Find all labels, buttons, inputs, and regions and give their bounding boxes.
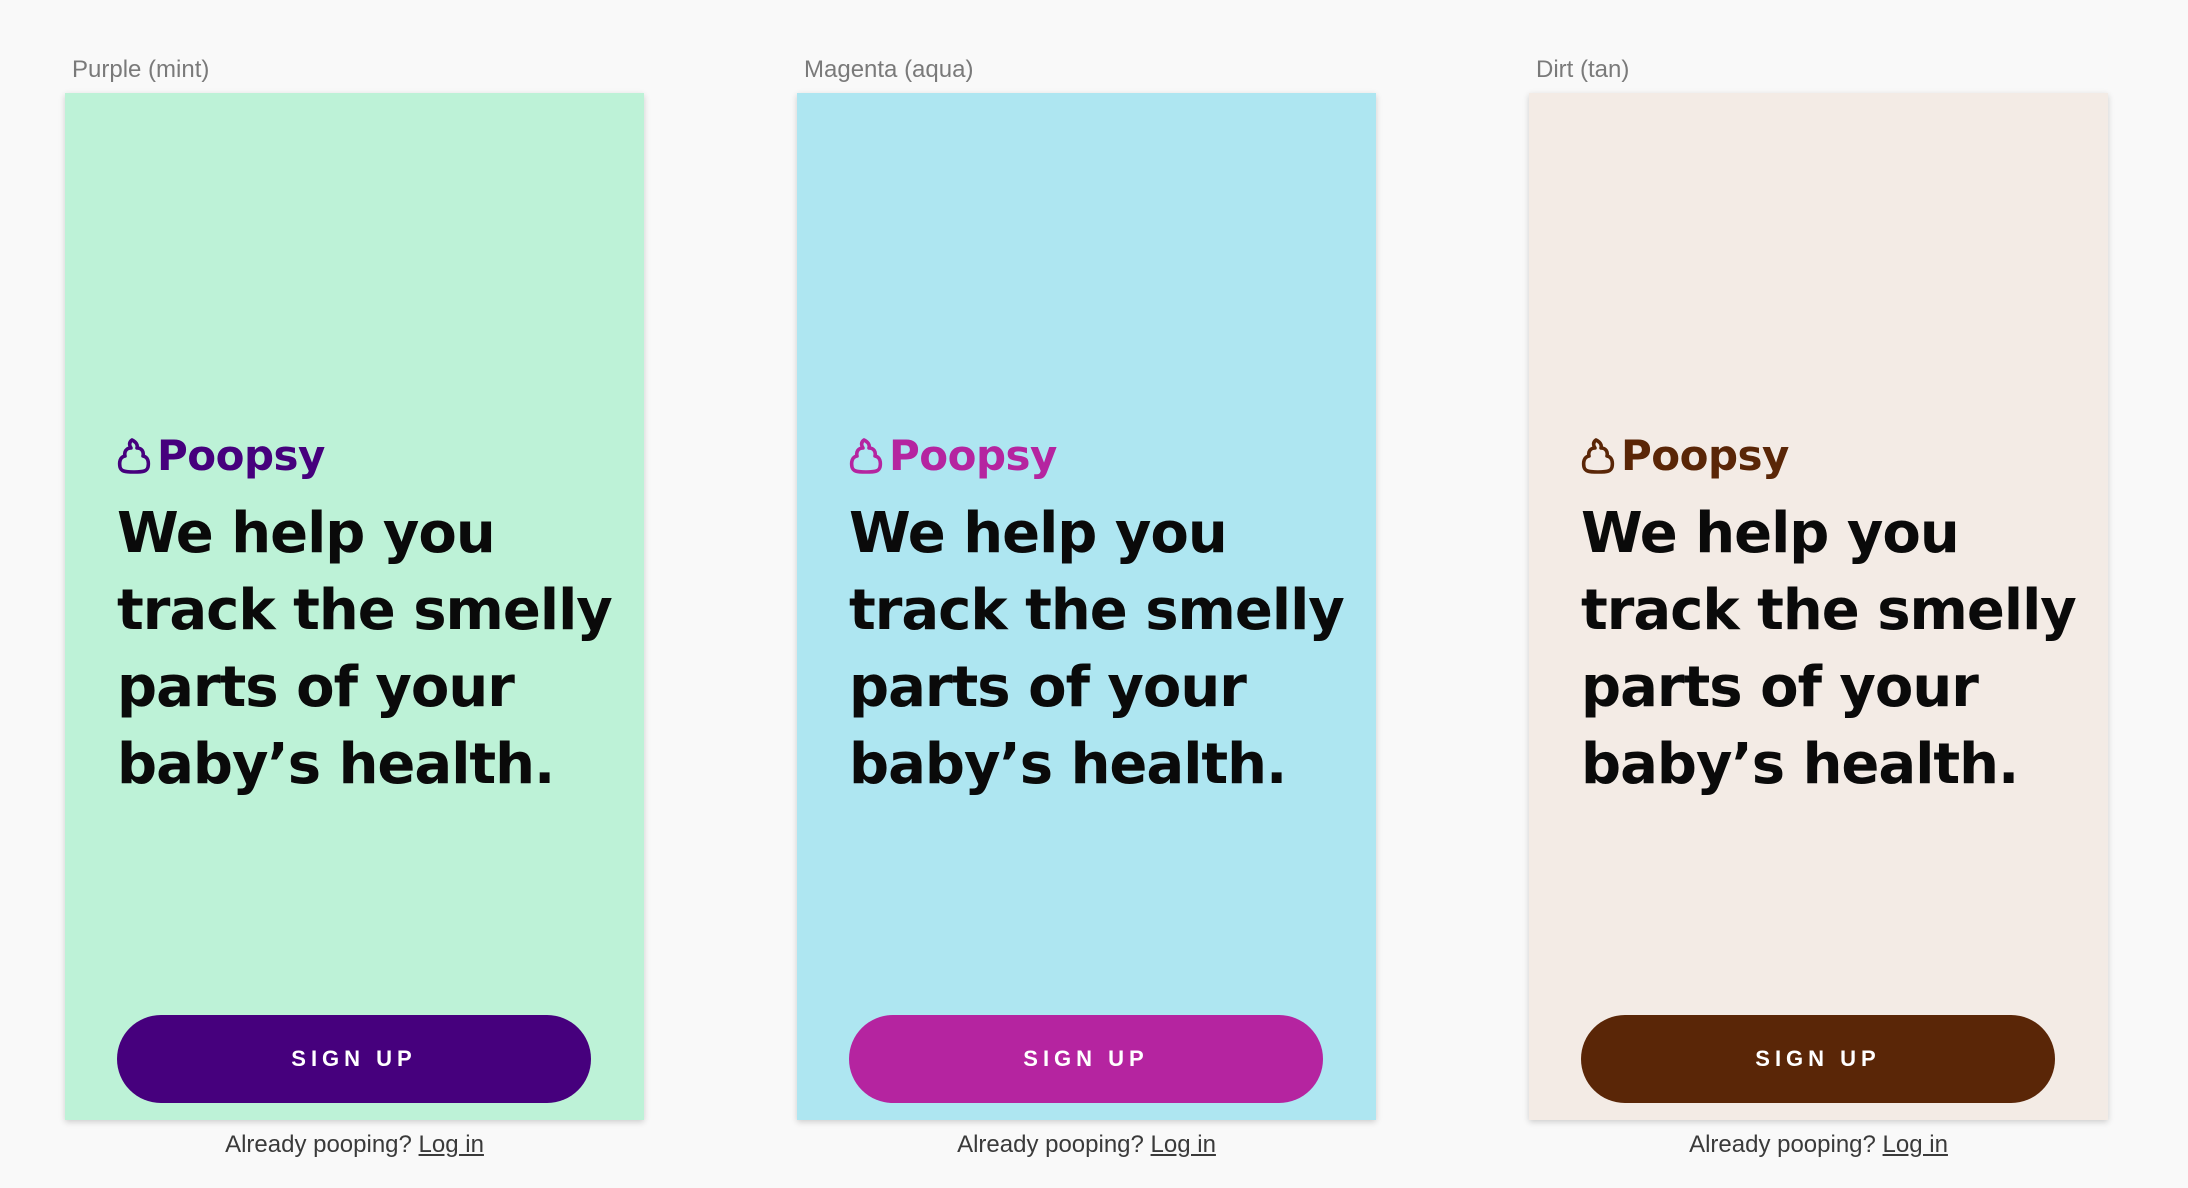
app-name: Poopsy — [1621, 431, 1789, 480]
login-prompt-text: Already pooping? — [957, 1131, 1144, 1158]
app-name: Poopsy — [889, 431, 1057, 480]
welcome-screen: Poopsy We help you track the smelly part… — [65, 93, 644, 1158]
artboard-label: Purple (mint) — [72, 56, 210, 83]
artboard-magenta-aqua: Magenta (aqua) Poopsy We help you track … — [797, 0, 1377, 1188]
headline-line: We help you — [1581, 501, 1960, 566]
headline: We help you track the smelly parts of yo… — [1581, 495, 2081, 803]
login-prompt-text: Already pooping? — [1689, 1131, 1876, 1158]
headline-line: track the smelly — [117, 578, 613, 643]
headline-line: parts of your — [849, 655, 1247, 720]
artboard-dirt-tan: Dirt (tan) Poopsy We help you track the … — [1529, 0, 2109, 1188]
headline-line: baby’s health. — [117, 732, 555, 797]
poop-icon — [849, 438, 883, 474]
headline-line: We help you — [117, 501, 496, 566]
login-prompt: Already pooping? Log in — [797, 1131, 1376, 1159]
headline-line: We help you — [849, 501, 1228, 566]
headline-line: track the smelly — [849, 578, 1345, 643]
headline-line: parts of your — [117, 655, 515, 720]
welcome-screen: Poopsy We help you track the smelly part… — [1529, 93, 2108, 1158]
artboard-label: Magenta (aqua) — [804, 56, 974, 83]
headline-line: baby’s health. — [849, 732, 1287, 797]
headline: We help you track the smelly parts of yo… — [117, 495, 617, 803]
login-prompt: Already pooping? Log in — [1529, 1131, 2108, 1159]
login-prompt-text: Already pooping? — [225, 1131, 412, 1158]
log-in-link[interactable]: Log in — [1151, 1131, 1216, 1158]
app-logo: Poopsy — [1581, 431, 1789, 481]
login-prompt: Already pooping? Log in — [65, 1131, 644, 1159]
app-logo: Poopsy — [849, 431, 1057, 481]
headline-line: track the smelly — [1581, 578, 2077, 643]
headline: We help you track the smelly parts of yo… — [849, 495, 1349, 803]
app-name: Poopsy — [157, 431, 325, 480]
log-in-link[interactable]: Log in — [1883, 1131, 1948, 1158]
artboard-label: Dirt (tan) — [1536, 56, 1630, 83]
sign-up-button[interactable]: SIGN UP — [849, 1015, 1323, 1103]
headline-line: parts of your — [1581, 655, 1979, 720]
poop-icon — [117, 438, 151, 474]
headline-line: baby’s health. — [1581, 732, 2019, 797]
artboard-purple-mint: Purple (mint) Poopsy We help you track t… — [65, 0, 645, 1188]
sign-up-button[interactable]: SIGN UP — [1581, 1015, 2055, 1103]
poop-icon — [1581, 438, 1615, 474]
log-in-link[interactable]: Log in — [419, 1131, 484, 1158]
welcome-screen: Poopsy We help you track the smelly part… — [797, 93, 1376, 1158]
sign-up-button[interactable]: SIGN UP — [117, 1015, 591, 1103]
app-logo: Poopsy — [117, 431, 325, 481]
